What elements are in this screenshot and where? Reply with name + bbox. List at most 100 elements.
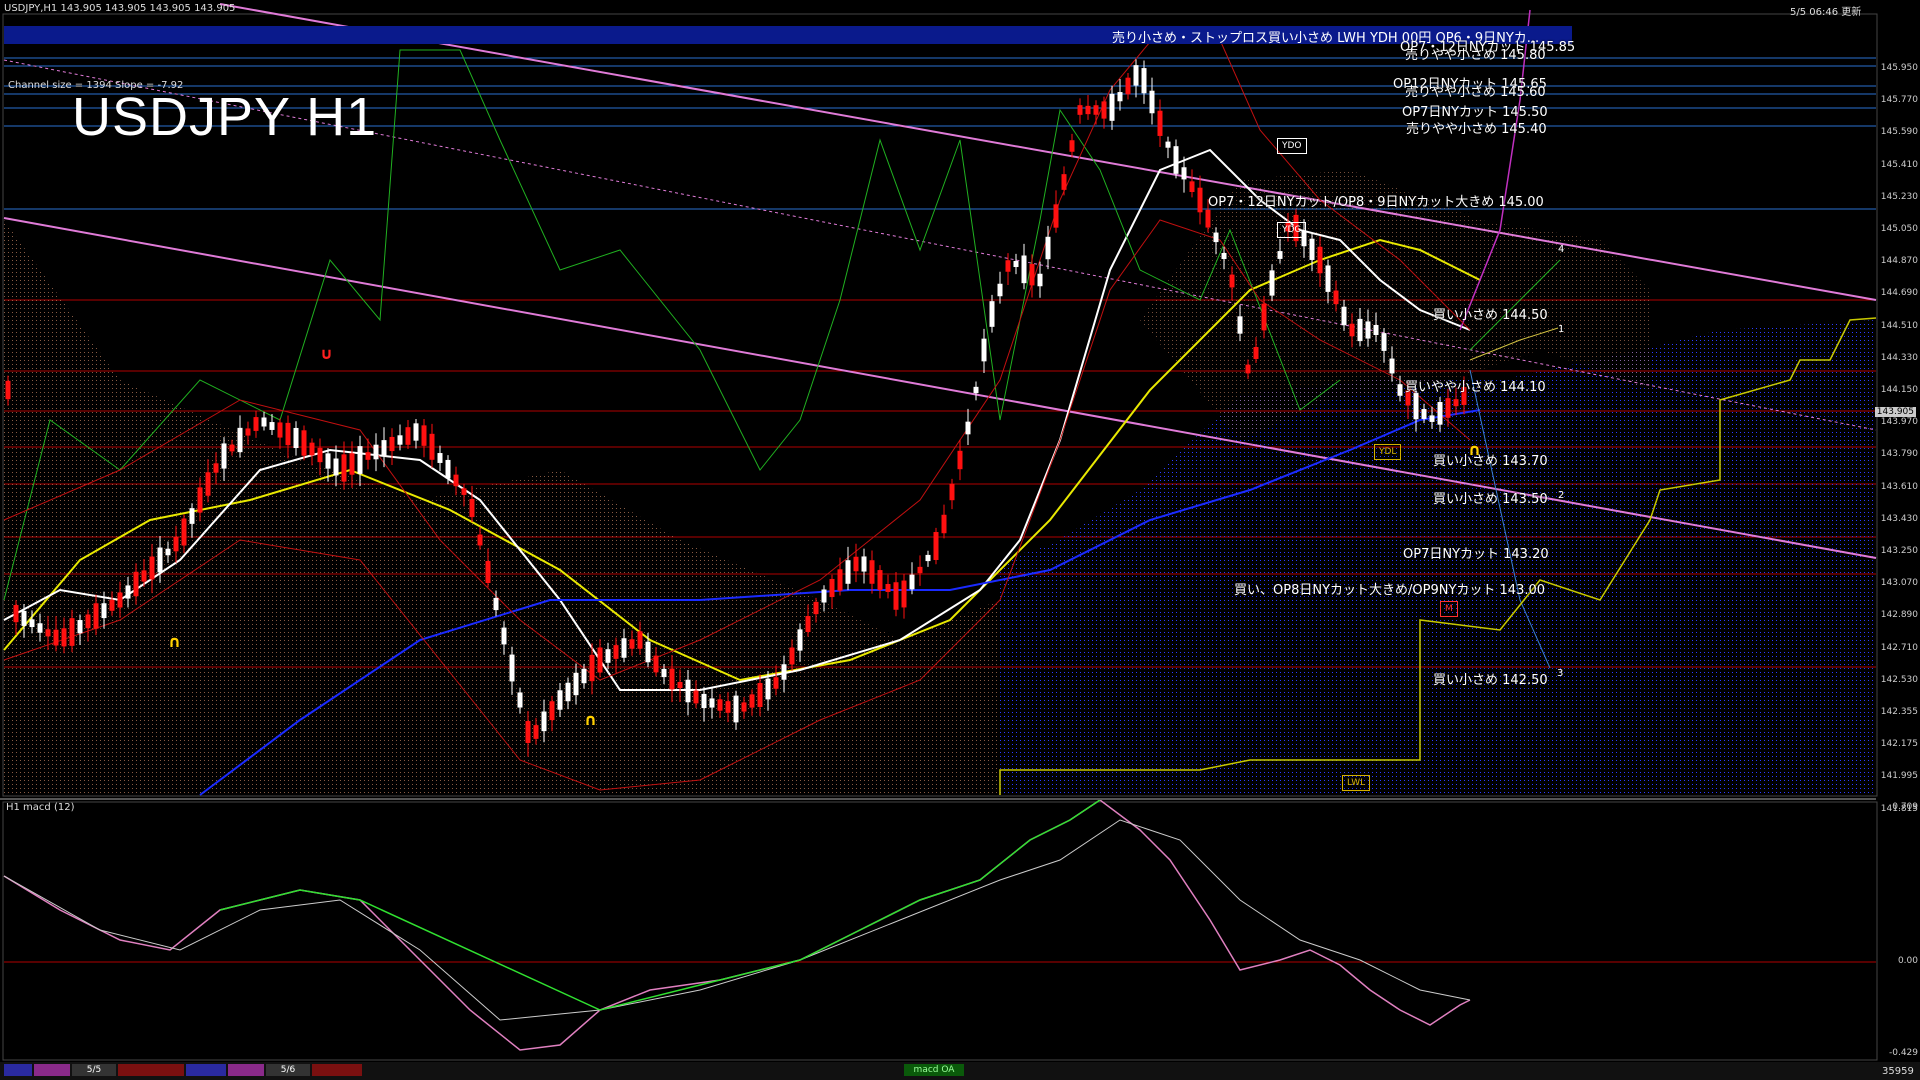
price-axis-tick: 142.175 [1880, 739, 1918, 750]
candle-body [549, 701, 555, 721]
candle-body [1229, 274, 1235, 288]
m-label: M [1440, 601, 1458, 617]
macd-signal-line [3, 819, 1471, 1021]
candle-body [501, 627, 507, 645]
chart-canvas[interactable] [0, 0, 1920, 1080]
panel-separator[interactable] [0, 798, 1876, 800]
candle-body [1333, 290, 1339, 305]
candle-body [1413, 392, 1419, 420]
ichimoku-cloud-bear [4, 220, 1000, 795]
level-label: OP7・12日NYカット/OP8・9日NYカット大きめ 145.00 [1208, 195, 1544, 210]
price-axis-tick: 144.870 [1880, 256, 1918, 267]
candle-body [453, 474, 459, 487]
tab-color[interactable] [34, 1064, 70, 1076]
candle-body [669, 668, 675, 690]
candle-body [1213, 232, 1219, 243]
price-axis-tick: 141.995 [1880, 771, 1918, 782]
macd-frame [2, 801, 1878, 1061]
tab-color[interactable] [312, 1064, 362, 1076]
price-axis-tick: 143.970 [1880, 417, 1918, 428]
tab-date-2[interactable]: 5/6 [266, 1064, 310, 1076]
candle-body [253, 417, 259, 431]
tab-date-1[interactable]: 5/5 [72, 1064, 116, 1076]
lwl-label: LWL [1342, 775, 1371, 791]
candle-body [1181, 167, 1187, 180]
wave-number-2: 2 [1558, 490, 1565, 501]
candle-body [373, 444, 379, 460]
candle-body [397, 435, 403, 445]
candle-body [245, 428, 251, 436]
candle-body [141, 570, 147, 582]
candle-body [125, 585, 131, 599]
level-label: 売りやや小さめ 145.80 [1405, 48, 1546, 63]
candle-body [1373, 324, 1379, 336]
tab-color[interactable] [118, 1064, 184, 1076]
level-label: 買い小さめ 142.50 [1433, 673, 1548, 688]
candle-body [909, 574, 915, 590]
candle-body [277, 422, 283, 438]
price-axis-tick: 142.890 [1880, 610, 1918, 621]
macd-min-tick: -0.429 [1888, 1048, 1918, 1058]
candle-body [469, 498, 475, 518]
price-axis-tick: 144.690 [1880, 288, 1918, 299]
candle-body [1269, 270, 1275, 296]
candle-body [77, 620, 83, 634]
tab-macd[interactable]: macd OA [904, 1064, 964, 1076]
candle-body [1109, 93, 1115, 121]
candle-body [1061, 174, 1067, 190]
price-axis-tick: 143.070 [1880, 578, 1918, 589]
ydl-label: YDL [1374, 444, 1402, 460]
candle-body [1237, 316, 1243, 334]
candle-body [157, 547, 163, 573]
candle-body [821, 589, 827, 603]
candle-body [981, 338, 987, 362]
candle-body [1069, 140, 1075, 152]
candle-body [1013, 260, 1019, 268]
candle-body [533, 725, 539, 739]
candle-body [181, 518, 187, 546]
candle-body [917, 566, 923, 574]
candle-body [421, 425, 427, 446]
candle-body [517, 692, 523, 708]
candle-body [957, 450, 963, 470]
current-price-tag: 143.905 [1874, 407, 1916, 417]
candle-body [1053, 204, 1059, 228]
candle-body [1173, 146, 1179, 174]
candle-body [333, 458, 339, 476]
tab-color[interactable] [228, 1064, 264, 1076]
candle-body [1197, 187, 1203, 213]
tab-color[interactable] [4, 1064, 32, 1076]
candle-body [1221, 252, 1227, 260]
candle-body [405, 427, 411, 445]
tab-color[interactable] [186, 1064, 226, 1076]
candle-body [845, 560, 851, 584]
candle-body [37, 623, 43, 633]
candle-body [5, 380, 11, 400]
price-axis-tick: 145.950 [1880, 63, 1918, 73]
candle-body [301, 430, 307, 456]
candle-body [93, 603, 99, 629]
candle-body [557, 690, 563, 710]
candle-body [749, 694, 755, 708]
candle-body [1117, 92, 1123, 102]
candle-body [581, 668, 587, 684]
price-axis-tick: 145.230 [1880, 191, 1918, 202]
candle-body [341, 454, 347, 482]
candle-body [997, 283, 1003, 297]
candle-body [325, 453, 331, 469]
candle-body [965, 421, 971, 435]
candle-body [357, 446, 363, 474]
candle-body [1205, 209, 1211, 228]
candle-body [285, 422, 291, 446]
update-time: 5/5 06:46 更新 [1790, 7, 1862, 18]
price-axis-tick: 143.790 [1880, 449, 1918, 460]
candle-body [1149, 90, 1155, 114]
candle-body [901, 580, 907, 608]
candle-body [797, 629, 803, 651]
candle-body [941, 514, 947, 534]
candle-body [1005, 260, 1011, 272]
level-label: 買い小さめ 143.70 [1433, 454, 1548, 469]
candle-body [461, 488, 467, 495]
macd-line-positive [219, 799, 1101, 1011]
candle-body [1317, 246, 1323, 274]
